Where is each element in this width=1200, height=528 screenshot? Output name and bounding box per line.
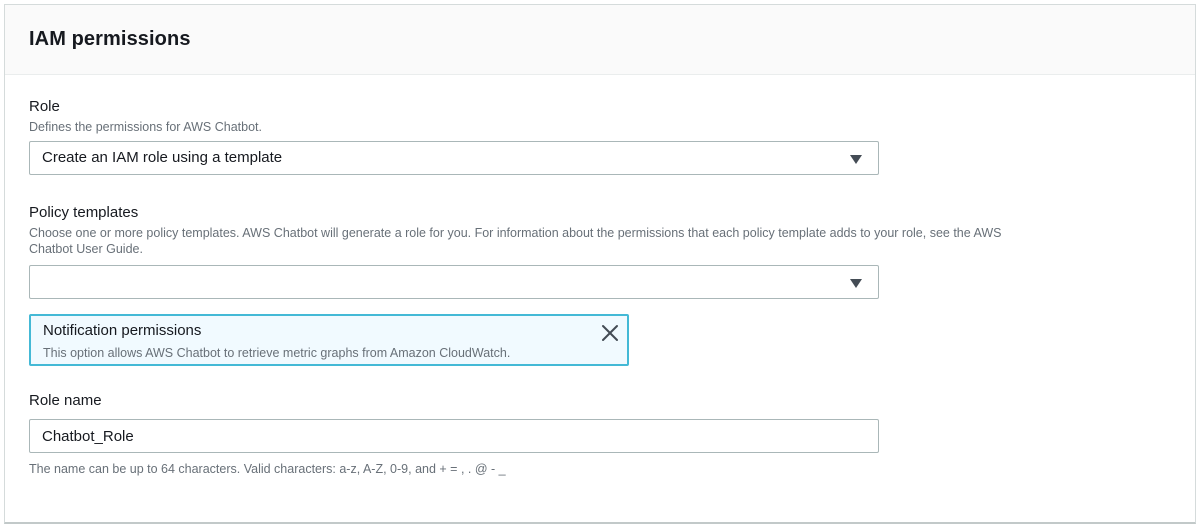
caret-down-icon bbox=[850, 155, 862, 164]
role-description: Defines the permissions for AWS Chatbot. bbox=[29, 120, 262, 134]
role-select[interactable]: Create an IAM role using a template bbox=[29, 141, 879, 175]
policy-templates-description-line2: Chatbot User Guide. bbox=[29, 242, 143, 256]
role-select-value: Create an IAM role using a template bbox=[42, 149, 283, 166]
role-name-hint: The name can be up to 64 characters. Val… bbox=[29, 462, 506, 476]
role-label: Role bbox=[29, 98, 60, 115]
iam-permissions-panel: IAM permissions Role Defines the permiss… bbox=[4, 4, 1196, 524]
policy-token-notification-permissions: Notification permissions This option all… bbox=[29, 314, 629, 366]
caret-down-icon bbox=[850, 279, 862, 288]
role-name-label: Role name bbox=[29, 392, 102, 409]
role-name-input[interactable] bbox=[29, 419, 879, 453]
policy-templates-description-line1: Choose one or more policy templates. AWS… bbox=[29, 226, 1002, 240]
panel-title: IAM permissions bbox=[29, 28, 191, 50]
policy-templates-select[interactable] bbox=[29, 265, 879, 299]
close-icon[interactable] bbox=[601, 324, 619, 342]
token-title: Notification permissions bbox=[43, 322, 202, 339]
panel-header: IAM permissions bbox=[5, 5, 1195, 75]
policy-templates-label: Policy templates bbox=[29, 204, 139, 221]
token-description: This option allows AWS Chatbot to retrie… bbox=[43, 346, 511, 360]
